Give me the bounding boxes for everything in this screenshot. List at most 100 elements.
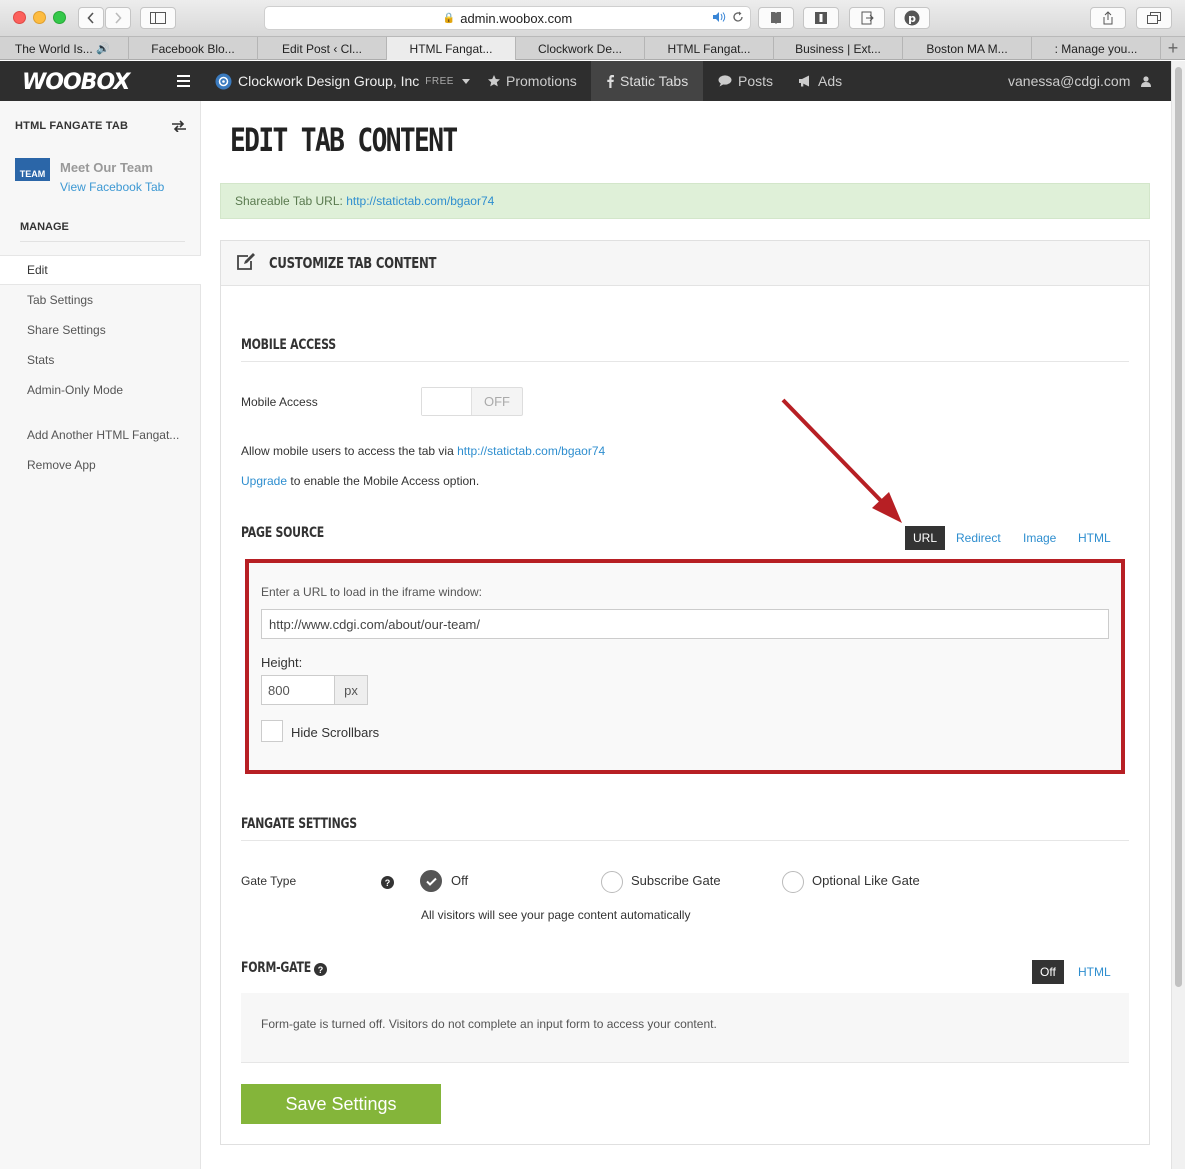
tab-name: Meet Our Team <box>60 160 153 175</box>
height-input[interactable] <box>261 675 335 705</box>
tabs-overview-button[interactable] <box>1136 7 1172 29</box>
mobile-access-description: Allow mobile users to access the tab via… <box>241 444 606 458</box>
extension-button[interactable] <box>849 7 885 29</box>
sidebar-item-admin-only-mode[interactable]: Admin-Only Mode <box>0 375 201 405</box>
edit-pencil-icon <box>237 253 255 270</box>
scrollbar-thumb[interactable] <box>1175 67 1182 987</box>
browser-tab[interactable]: Facebook Blo... <box>129 37 258 60</box>
user-icon <box>1141 75 1152 87</box>
nav-ads[interactable]: Ads <box>792 61 848 101</box>
mobile-access-toggle[interactable]: OFF <box>421 387 523 416</box>
subscribe-gate-label[interactable]: Subscribe Gate <box>631 873 721 888</box>
form-gate-help-icon[interactable]: ? <box>314 963 327 976</box>
view-facebook-tab-link[interactable]: View Facebook Tab <box>60 180 164 194</box>
plan-badge: FREE <box>425 75 454 87</box>
mobile-url-link[interactable]: http://statictab.com/bgaor74 <box>457 444 605 458</box>
lock-icon: 🔒 <box>442 12 456 24</box>
instapaper-button[interactable] <box>803 7 839 29</box>
close-window-button[interactable] <box>13 11 26 24</box>
woobox-logo[interactable]: WOOBOX <box>22 70 130 95</box>
subscribe-gate-radio[interactable] <box>601 871 623 893</box>
source-tab-redirect[interactable]: Redirect <box>948 526 1009 550</box>
help-question-icon[interactable]: ? <box>381 876 394 889</box>
address-text: admin.woobox.com <box>460 10 573 26</box>
browser-tab[interactable]: Clockwork De... <box>516 37 645 60</box>
minimize-window-button[interactable] <box>33 11 46 24</box>
mobile-access-label: Mobile Access <box>241 395 318 409</box>
browser-tab[interactable]: The World Is... 🔊 <box>0 37 129 60</box>
new-tab-button[interactable]: + <box>1161 37 1185 59</box>
sidebar-item-share-settings[interactable]: Share Settings <box>0 315 201 345</box>
form-gate-tab-off[interactable]: Off <box>1032 960 1064 984</box>
hide-scrollbars-checkbox[interactable] <box>261 720 283 742</box>
svg-text:p: p <box>908 12 916 25</box>
sidebar-item-edit[interactable]: Edit <box>0 255 201 285</box>
browser-toolbar: 🔒 admin.woobox.com p <box>0 0 1185 37</box>
panel-header: CUSTOMIZE TAB CONTENT <box>221 241 1149 286</box>
browser-tab-strip: The World Is... 🔊 Facebook Blo... Edit P… <box>0 37 1185 60</box>
reload-icon[interactable] <box>732 11 744 23</box>
upgrade-note: Upgrade to enable the Mobile Access opti… <box>241 474 480 488</box>
tabs-icon <box>1147 12 1161 24</box>
customize-panel: CUSTOMIZE TAB CONTENT MOBILE ACCESS Mobi… <box>220 240 1150 1145</box>
user-menu[interactable]: vanessa@cdgi.com <box>1008 61 1157 101</box>
tab-thumbnail: TEAM <box>15 158 50 181</box>
panel-title: CUSTOMIZE TAB CONTENT <box>269 254 437 272</box>
source-tab-image[interactable]: Image <box>1015 526 1064 550</box>
sidebar-item-remove-app[interactable]: Remove App <box>0 450 201 480</box>
back-button[interactable] <box>78 7 104 29</box>
reading-list-button[interactable] <box>758 7 794 29</box>
source-tab-url[interactable]: URL <box>905 526 946 550</box>
optional-like-gate-label[interactable]: Optional Like Gate <box>812 873 920 888</box>
hamburger-menu-icon[interactable] <box>177 75 190 90</box>
sidebar-icon <box>150 12 166 24</box>
fangate-heading: FANGATE SETTINGS <box>241 816 1129 841</box>
browser-tab-active[interactable]: HTML Fangat... <box>387 37 516 60</box>
sidebar-item-stats[interactable]: Stats <box>0 345 201 375</box>
zoom-window-button[interactable] <box>53 11 66 24</box>
pinterest-button[interactable]: p <box>894 7 930 29</box>
shareable-url-link[interactable]: http://statictab.com/bgaor74 <box>346 194 494 208</box>
sidebar-item-add-another[interactable]: Add Another HTML Fangat... <box>0 420 201 450</box>
form-gate-tab-html[interactable]: HTML <box>1070 960 1119 984</box>
sidebar-item-tab-settings[interactable]: Tab Settings <box>0 285 201 315</box>
facebook-icon <box>607 74 614 88</box>
checkmark-icon <box>425 877 437 886</box>
gate-type-label: Gate Type <box>241 874 297 888</box>
toggle-knob <box>422 388 472 415</box>
browser-tab[interactable]: Boston MA M... <box>903 37 1032 60</box>
upgrade-link[interactable]: Upgrade <box>241 474 287 488</box>
browser-tab[interactable]: HTML Fangat... <box>645 37 774 60</box>
audio-icon[interactable] <box>712 11 726 23</box>
pinterest-icon: p <box>904 10 920 26</box>
speech-bubble-icon <box>718 75 732 87</box>
forward-button[interactable] <box>105 7 131 29</box>
address-bar[interactable]: 🔒 admin.woobox.com <box>264 6 751 30</box>
browser-tab[interactable]: Business | Ext... <box>774 37 903 60</box>
sidebar-title: HTML FANGATE TAB <box>15 120 129 132</box>
hide-scrollbars-label[interactable]: Hide Scrollbars <box>291 725 379 740</box>
company-logo-icon <box>215 73 232 89</box>
nav-promotions[interactable]: Promotions <box>478 61 587 101</box>
sidebar-toggle-button[interactable] <box>140 7 176 29</box>
page-scrollbar[interactable] <box>1171 61 1185 1169</box>
gate-note: All visitors will see your page content … <box>421 908 691 922</box>
shareable-url-banner: Shareable Tab URL: http://statictab.com/… <box>220 183 1150 219</box>
browser-tab[interactable]: : Manage you... <box>1032 37 1161 60</box>
save-settings-button[interactable]: Save Settings <box>241 1084 441 1124</box>
gate-off-label[interactable]: Off <box>451 873 468 888</box>
share-button[interactable] <box>1090 7 1126 29</box>
nav-static-tabs[interactable]: Static Tabs <box>591 61 703 101</box>
iframe-url-input[interactable] <box>261 609 1109 639</box>
nav-posts[interactable]: Posts <box>713 61 778 101</box>
gate-off-radio[interactable] <box>420 870 442 892</box>
switch-arrows-icon[interactable] <box>172 120 186 132</box>
company-selector[interactable]: Clockwork Design Group, Inc FREE <box>215 61 476 101</box>
speaker-icon: 🔊 <box>96 43 110 55</box>
share-out-icon <box>861 11 874 25</box>
source-tab-html[interactable]: HTML <box>1070 526 1119 550</box>
optional-like-gate-radio[interactable] <box>782 871 804 893</box>
share-icon <box>1103 11 1113 25</box>
browser-tab[interactable]: Edit Post ‹ Cl... <box>258 37 387 60</box>
mobile-access-heading: MOBILE ACCESS <box>241 337 1129 362</box>
